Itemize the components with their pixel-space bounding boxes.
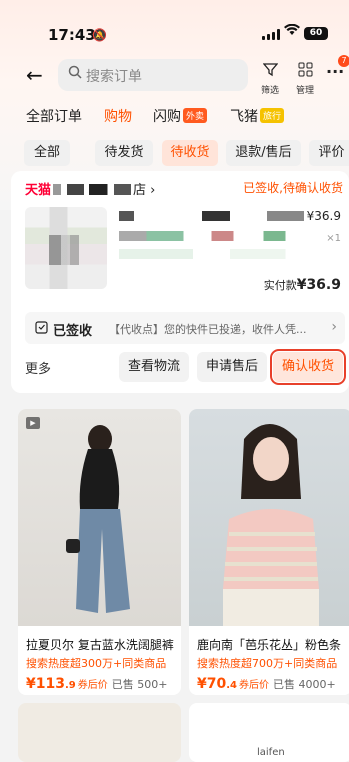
more-actions-button[interactable]: 更多 (25, 358, 51, 377)
after-coupon-label: 券后价 (239, 680, 269, 691)
manage-button[interactable]: 管理 (290, 62, 320, 96)
item-price: ¥36.9 (306, 209, 341, 223)
redacted-image (49, 235, 79, 265)
product-price: ¥113.9 (26, 676, 76, 692)
chip-review[interactable]: 评价 (309, 140, 349, 166)
price-integer: ¥70 (197, 676, 227, 692)
paid-label: 实付款 (263, 279, 297, 292)
order-type-tabs: 全部订单 购物 闪购 外卖 飞猪 旅行 (0, 106, 349, 128)
price-decimal: .9 (64, 680, 76, 691)
back-arrow-icon[interactable]: ← (26, 64, 43, 86)
product-card[interactable]: ▶ 拉夏贝尔 复古蓝水洗阔腿裤 搜索热度超300万+同类商品 ¥113.9 券后价… (18, 409, 181, 695)
order-status: 已签收,待确认收货 (243, 181, 343, 195)
package-icon (35, 320, 48, 338)
manage-label: 管理 (295, 86, 314, 96)
redacted-shop-name (53, 184, 132, 195)
brand-logo-text: laifen (257, 747, 285, 758)
product-thumbnail[interactable] (25, 207, 107, 289)
order-card[interactable]: 天猫店 › 已签收,待确认收货 ¥36.9 ×1 实付款¥36.9 已签收 【代… (11, 171, 349, 393)
product-price-row: ¥113.9 券后价 已售 500+ (26, 673, 167, 692)
logistics-message: 【代收点】您的快件已投递，收件人凭... (109, 323, 307, 336)
grid-icon (290, 62, 320, 80)
sold-count: 已售 500+ (111, 678, 168, 691)
tab-tag-travel: 旅行 (260, 108, 285, 123)
price-decimal: .4 (226, 680, 237, 691)
signal-icon (262, 29, 280, 40)
product-title: 鹿向南「芭乐花丛」粉色条 (197, 638, 342, 652)
chip-to-ship[interactable]: 待发货 (95, 140, 153, 166)
item-quantity: ×1 (326, 233, 341, 244)
filter-label: 筛选 (260, 86, 279, 96)
after-coupon-label: 券后价 (77, 680, 108, 691)
view-logistics-button[interactable]: 查看物流 (119, 352, 189, 382)
tmall-label: 天猫 (25, 183, 52, 198)
chip-to-receive[interactable]: 待收货 (162, 140, 218, 166)
product-image (189, 409, 349, 626)
tab-label: 全部订单 (26, 109, 82, 125)
search-icon (68, 65, 82, 83)
price-integer: ¥113 (26, 676, 65, 692)
tab-tag-takeout: 外卖 (183, 108, 208, 123)
shop-suffix: 店 (133, 183, 147, 198)
redacted-product-title (119, 211, 304, 261)
battery-indicator: 60 (304, 27, 328, 40)
confirm-receipt-button[interactable]: 确认收货 (270, 349, 346, 385)
tab-label: 闪购 (153, 109, 181, 125)
product-card[interactable]: laifen (189, 703, 349, 762)
status-bar: 17:43 🔕 60 (0, 22, 349, 46)
tab-label: 飞猪 (230, 109, 258, 125)
tab-label: 购物 (104, 109, 132, 125)
logistics-bar[interactable]: 已签收 【代收点】您的快件已投递，收件人凭... › (25, 312, 345, 344)
funnel-icon (255, 62, 285, 80)
chevron-right-icon: › (331, 319, 337, 335)
product-card[interactable] (18, 703, 181, 762)
logistics-status: 已签收 (53, 324, 93, 339)
paid-amount: 实付款¥36.9 (264, 277, 341, 293)
search-input[interactable]: 搜索订单 (58, 59, 248, 91)
product-price-row: ¥70.4 券后价 已售 4000+ (197, 673, 336, 692)
product-image (18, 409, 181, 626)
apply-after-sales-button[interactable]: 申请售后 (197, 352, 267, 382)
tab-all-orders[interactable]: 全部订单 (26, 106, 82, 126)
tab-fliggy[interactable]: 飞猪 旅行 (230, 106, 285, 126)
search-placeholder: 搜索订单 (86, 69, 142, 85)
product-price: ¥70.4 (197, 676, 237, 692)
wifi-icon (284, 23, 300, 40)
shop-name[interactable]: 天猫店 › (25, 179, 155, 198)
chip-refund[interactable]: 退款/售后 (226, 140, 301, 166)
chip-all[interactable]: 全部 (24, 140, 70, 166)
notification-badge: 7 (338, 55, 349, 67)
product-heat: 搜索热度超700万+同类商品 (197, 657, 338, 670)
status-time: 17:43 (48, 26, 96, 44)
product-card[interactable]: 鹿向南「芭乐花丛」粉色条 搜索热度超700万+同类商品 ¥70.4 券后价 已售 4… (189, 409, 349, 695)
video-play-icon: ▶ (26, 417, 40, 429)
sold-count: 已售 4000+ (273, 678, 336, 691)
filter-button[interactable]: 筛选 (255, 62, 285, 96)
paid-value: ¥36.9 (296, 277, 341, 293)
product-heat: 搜索热度超300万+同类商品 (26, 657, 167, 670)
tab-shopping[interactable]: 购物 (104, 106, 132, 126)
product-title: 拉夏贝尔 复古蓝水洗阔腿裤 (26, 638, 174, 652)
tab-flash-buy[interactable]: 闪购 外卖 (153, 106, 208, 126)
mute-bell-icon: 🔕 (92, 28, 107, 42)
